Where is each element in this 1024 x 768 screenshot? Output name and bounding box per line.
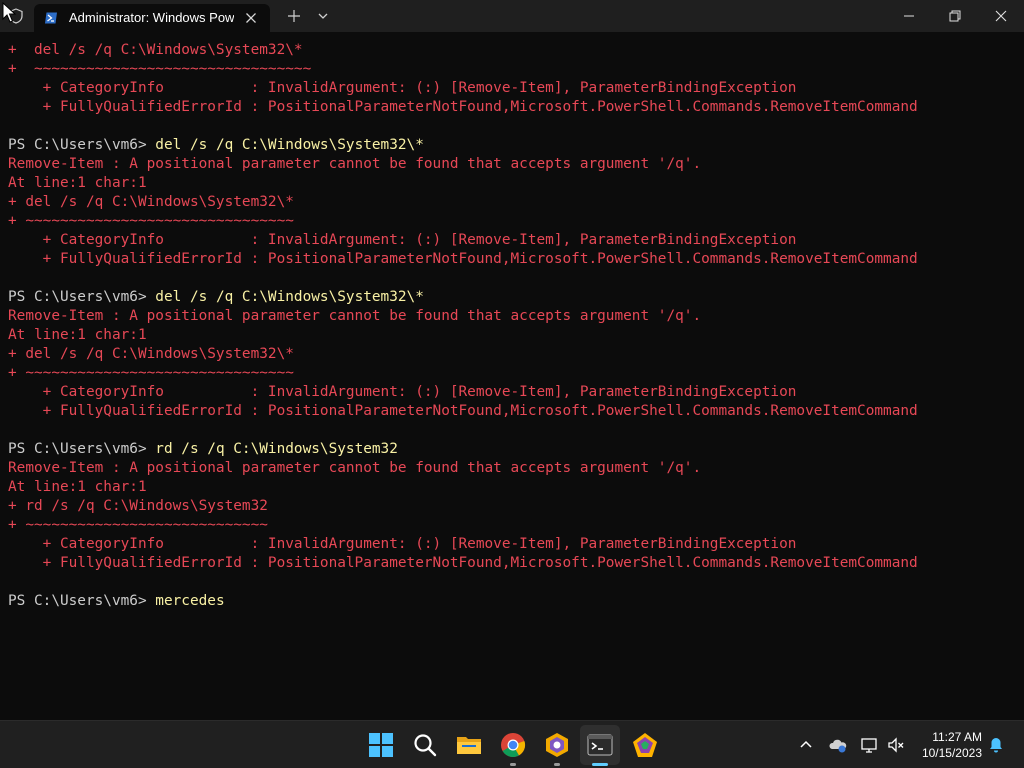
title-bar: Administrator: Windows PowerShell bbox=[0, 0, 1024, 32]
close-window-button[interactable] bbox=[978, 0, 1024, 32]
prompt-line: PS C:\Users\vm6> rd /s /q C:\Windows\Sys… bbox=[8, 440, 918, 459]
command-text: mercedes bbox=[155, 593, 225, 609]
terminal-icon[interactable] bbox=[587, 732, 613, 758]
error-line: At line:1 char:1 bbox=[8, 479, 147, 495]
taskbar: 11:27 AM 10/15/2023 bbox=[0, 720, 1024, 768]
error-line: Remove-Item : A positional parameter can… bbox=[8, 308, 702, 324]
command-text: del /s /q C:\Windows\System32\* bbox=[155, 137, 424, 153]
app-gem-icon[interactable] bbox=[632, 732, 658, 758]
search-icon[interactable] bbox=[412, 732, 438, 758]
file-explorer-icon[interactable] bbox=[456, 732, 482, 758]
prompt: PS C:\Users\vm6> bbox=[8, 593, 156, 609]
error-line: + ~~~~~~~~~~~~~~~~~~~~~~~~~~~~ bbox=[8, 517, 268, 533]
minimize-button[interactable] bbox=[886, 0, 932, 32]
close-icon bbox=[995, 10, 1007, 22]
volume-muted-icon[interactable] bbox=[886, 735, 906, 755]
running-indicator bbox=[554, 763, 560, 766]
error-line: At line:1 char:1 bbox=[8, 327, 147, 343]
error-line: At line:1 char:1 bbox=[8, 175, 147, 191]
error-line: Remove-Item : A positional parameter can… bbox=[8, 156, 702, 172]
error-line: + del /s /q C:\Windows\System32\* bbox=[8, 346, 294, 362]
error-line: + CategoryInfo : InvalidArgument: (:) [R… bbox=[8, 80, 797, 96]
prompt: PS C:\Users\vm6> bbox=[8, 137, 156, 153]
network-icon[interactable] bbox=[860, 735, 880, 755]
tab-title: Administrator: Windows PowerShell bbox=[69, 10, 234, 25]
terminal-output[interactable]: + del /s /q C:\Windows\System32\* + ~~~~~… bbox=[0, 32, 1016, 720]
tab-powershell[interactable]: Administrator: Windows PowerShell bbox=[34, 4, 270, 32]
error-line: + ~~~~~~~~~~~~~~~~~~~~~~~~~~~~~~~ bbox=[8, 365, 294, 381]
start-icon[interactable] bbox=[368, 732, 394, 758]
terminal-lines: + del /s /q C:\Windows\System32\* + ~~~~~… bbox=[8, 41, 918, 611]
error-line: + FullyQualifiedErrorId : PositionalPara… bbox=[8, 555, 918, 571]
error-line: + ~~~~~~~~~~~~~~~~~~~~~~~~~~~~~~~ bbox=[8, 213, 294, 229]
error-line: + del /s /q C:\Windows\System32\* bbox=[8, 42, 303, 58]
error-line: + rd /s /q C:\Windows\System32 bbox=[8, 498, 268, 514]
mouse-cursor-icon bbox=[2, 2, 16, 23]
minimize-icon bbox=[904, 15, 914, 17]
error-line: + FullyQualifiedErrorId : PositionalPara… bbox=[8, 99, 918, 115]
chrome-icon[interactable] bbox=[500, 732, 526, 758]
error-line: + CategoryInfo : InvalidArgument: (:) [R… bbox=[8, 536, 797, 552]
clock-time: 11:27 AM bbox=[932, 730, 982, 744]
error-line: Remove-Item : A positional parameter can… bbox=[8, 460, 702, 476]
prompt-line: PS C:\Users\vm6> del /s /q C:\Windows\Sy… bbox=[8, 136, 918, 155]
notification-bell-icon[interactable] bbox=[986, 735, 1006, 755]
error-line: + FullyQualifiedErrorId : PositionalPara… bbox=[8, 403, 918, 419]
chevron-up-icon[interactable] bbox=[796, 735, 816, 755]
prompt-line: PS C:\Users\vm6> del /s /q C:\Windows\Sy… bbox=[8, 288, 918, 307]
restore-icon bbox=[949, 10, 961, 22]
chevron-down-icon[interactable] bbox=[316, 10, 330, 22]
clock[interactable]: 11:27 AM 10/15/2023 bbox=[912, 729, 982, 761]
prompt: PS C:\Users\vm6> bbox=[8, 441, 156, 457]
new-tab-plus-icon[interactable] bbox=[285, 7, 303, 25]
error-line: + ~~~~~~~~~~~~~~~~~~~~~~~~~~~~~~~~ bbox=[8, 61, 312, 77]
clock-date: 10/15/2023 bbox=[921, 746, 982, 760]
onedrive-icon[interactable] bbox=[828, 735, 848, 755]
error-line: + CategoryInfo : InvalidArgument: (:) [R… bbox=[8, 384, 797, 400]
error-line: + del /s /q C:\Windows\System32\* bbox=[8, 194, 294, 210]
command-text: rd /s /q C:\Windows\System32 bbox=[155, 441, 398, 457]
close-tab-icon[interactable] bbox=[243, 10, 259, 26]
error-line: + FullyQualifiedErrorId : PositionalPara… bbox=[8, 251, 918, 267]
active-indicator bbox=[592, 763, 608, 766]
powershell-icon bbox=[45, 12, 57, 24]
prompt: PS C:\Users\vm6> bbox=[8, 289, 156, 305]
prompt-line: PS C:\Users\vm6> mercedes bbox=[8, 592, 918, 611]
command-text: del /s /q C:\Windows\System32\* bbox=[155, 289, 424, 305]
app-hex-icon[interactable] bbox=[544, 732, 570, 758]
maximize-button[interactable] bbox=[932, 0, 978, 32]
error-line: + CategoryInfo : InvalidArgument: (:) [R… bbox=[8, 232, 797, 248]
running-indicator bbox=[510, 763, 516, 766]
